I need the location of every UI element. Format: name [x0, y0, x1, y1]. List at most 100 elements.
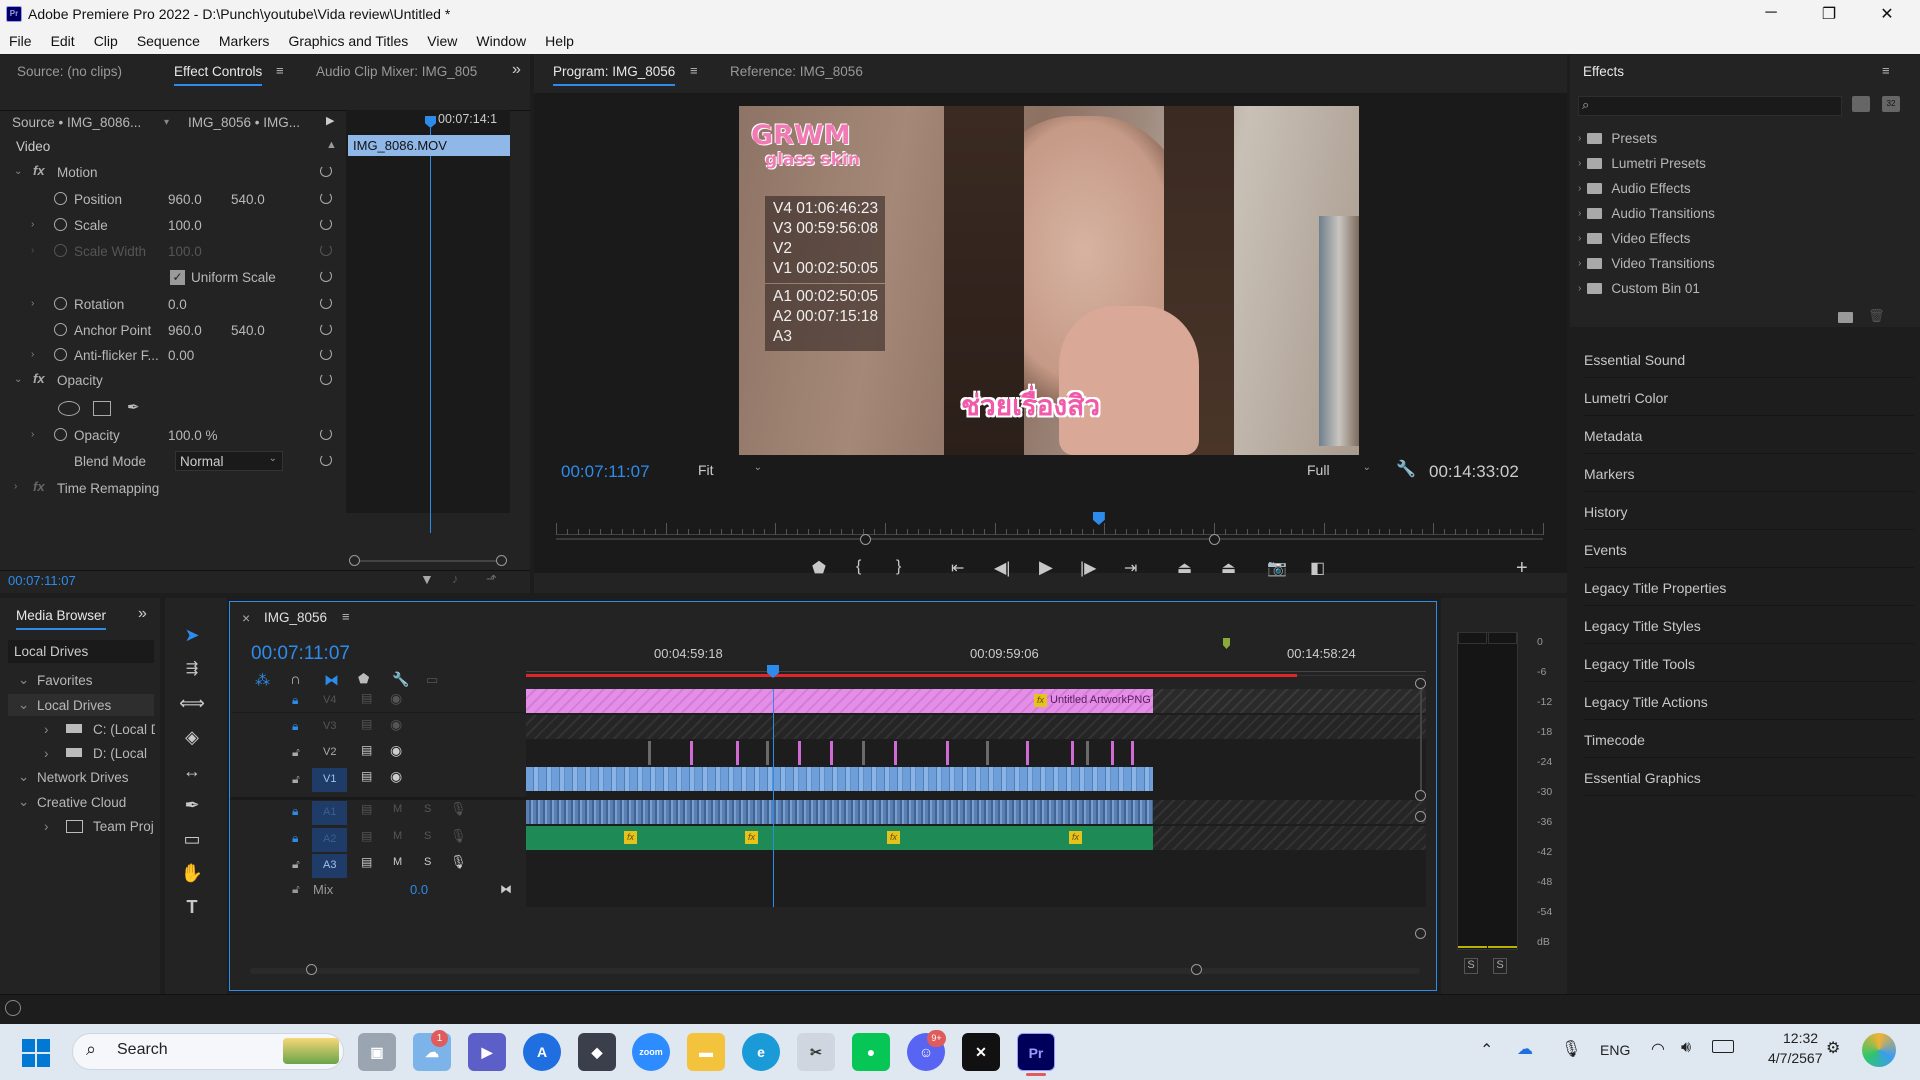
- zoom-handle-left[interactable]: [860, 534, 871, 545]
- reset-icon[interactable]: [320, 348, 332, 360]
- fit-select[interactable]: Fit ⌄: [689, 460, 767, 480]
- zoom-handle-right[interactable]: [1209, 534, 1220, 545]
- program-zoom-bar[interactable]: [556, 538, 1543, 540]
- panel-essential-sound[interactable]: Essential Sound: [1584, 340, 1914, 378]
- tab-effect-controls[interactable]: Effect Controls: [174, 64, 263, 86]
- lock-icon[interactable]: 🔓︎: [292, 745, 300, 760]
- onedrive-icon[interactable]: ☁: [1517, 1039, 1533, 1059]
- panel-legacy-title-styles[interactable]: Legacy Title Styles: [1584, 606, 1914, 644]
- close-sequence-icon[interactable]: ×: [242, 610, 250, 626]
- reset-icon[interactable]: [320, 192, 332, 204]
- wifi-icon[interactable]: ◠: [1651, 1039, 1665, 1059]
- add-marker-button[interactable]: ⬟: [812, 558, 826, 578]
- panel-events[interactable]: Events: [1584, 530, 1914, 568]
- panel-essential-graphics[interactable]: Essential Graphics: [1584, 758, 1914, 796]
- effects-item-presets[interactable]: › Presets: [1578, 126, 1914, 151]
- track-select-tool-icon[interactable]: ⇶: [178, 659, 206, 677]
- tab-audio-clip-mixer[interactable]: Audio Clip Mixer: IMG_805: [316, 64, 477, 79]
- effects-search-input[interactable]: [1578, 96, 1842, 116]
- expand-icon[interactable]: ›: [44, 722, 49, 737]
- eye-icon[interactable]: ◉: [390, 716, 402, 733]
- v2-clip[interactable]: [798, 741, 801, 765]
- panel-menu-icon[interactable]: ≡: [342, 609, 350, 624]
- microphone-icon[interactable]: 🎙︎: [450, 801, 467, 817]
- v2-clip[interactable]: [1111, 741, 1114, 765]
- scale-value[interactable]: 100.0: [168, 218, 202, 233]
- panel-legacy-title-tools[interactable]: Legacy Title Tools: [1584, 644, 1914, 682]
- solo-left-button[interactable]: S: [1464, 958, 1478, 974]
- creative-cloud-item[interactable]: Creative Cloud: [37, 795, 126, 810]
- lock-icon[interactable]: 🔒︎: [292, 831, 298, 846]
- sequence-clip-label[interactable]: IMG_8056 • IMG...: [188, 115, 300, 130]
- play-clip-icon[interactable]: ▶: [326, 114, 334, 127]
- pen-mask-icon[interactable]: ✒: [127, 398, 140, 416]
- microphone-icon[interactable]: 🎙︎: [450, 854, 467, 870]
- v2-clip[interactable]: [1071, 741, 1074, 765]
- mute-button[interactable]: M: [393, 856, 402, 868]
- language-indicator[interactable]: ENG: [1600, 1042, 1630, 1058]
- line-icon[interactable]: ●: [852, 1033, 890, 1071]
- v2-clip[interactable]: [830, 741, 833, 765]
- opacity-toggle-icon[interactable]: ⌄: [14, 374, 22, 385]
- slip-tool-icon[interactable]: ↔: [178, 761, 206, 782]
- ripple-edit-tool-icon[interactable]: ⟺: [178, 693, 206, 714]
- v2-clip[interactable]: [648, 741, 651, 765]
- menu-graphics-and-titles[interactable]: Graphics and Titles: [279, 29, 418, 54]
- menu-view[interactable]: View: [418, 29, 467, 54]
- type-tool-icon[interactable]: T: [178, 897, 206, 918]
- solo-button[interactable]: S: [424, 856, 431, 868]
- windows-start-icon[interactable]: [22, 1039, 50, 1067]
- capcut-icon[interactable]: ✕: [962, 1033, 1000, 1071]
- c-drive-item[interactable]: C: (Local D: [93, 722, 155, 737]
- expand-icon[interactable]: ›: [31, 349, 34, 360]
- chevron-down-icon[interactable]: ⌄: [18, 769, 29, 785]
- eye-icon[interactable]: ◉: [390, 768, 402, 785]
- stopwatch-icon[interactable]: [54, 218, 67, 231]
- solo-button[interactable]: S: [424, 830, 431, 842]
- minimize-button[interactable]: ─: [1748, 4, 1794, 22]
- teams-icon[interactable]: ▶: [468, 1033, 506, 1071]
- panel-menu-icon[interactable]: ≡: [1882, 63, 1890, 78]
- chevron-down-icon[interactable]: ⌄: [18, 697, 29, 713]
- ellipse-mask-icon[interactable]: [58, 401, 80, 416]
- mix-value[interactable]: 0.0: [410, 882, 428, 897]
- a1-clip[interactable]: [526, 800, 1153, 824]
- chevron-down-icon[interactable]: ⌄: [18, 794, 29, 810]
- menu-markers[interactable]: Markers: [210, 29, 280, 54]
- panel-menu-icon[interactable]: ≡: [276, 63, 284, 78]
- chevron-down-icon[interactable]: ⌄: [18, 672, 29, 688]
- tab-reference[interactable]: Reference: IMG_8056: [730, 64, 863, 79]
- snipping-tool-icon[interactable]: ✂: [797, 1033, 835, 1071]
- mark-in-button[interactable]: {: [856, 558, 861, 576]
- linked-selection-icon[interactable]: ⧓: [324, 671, 339, 689]
- sequence-tab[interactable]: IMG_8056: [264, 610, 327, 625]
- panel-metadata[interactable]: Metadata: [1584, 416, 1914, 454]
- vscroll-handle[interactable]: [1415, 928, 1426, 939]
- effects-item-video-effects[interactable]: › Video Effects: [1578, 226, 1914, 251]
- tab-program[interactable]: Program: IMG_8056: [553, 64, 676, 86]
- expand-icon[interactable]: ›: [31, 219, 34, 230]
- hscroll-handle-left[interactable]: [306, 964, 317, 975]
- stopwatch-icon[interactable]: [54, 348, 67, 361]
- sync-lock-icon[interactable]: ▤: [361, 769, 372, 783]
- team-projects-item[interactable]: Team Proj: [93, 819, 155, 834]
- v2-clip[interactable]: [862, 741, 865, 765]
- v1-clip[interactable]: [526, 767, 1153, 791]
- effects-item-audio-effects[interactable]: › Audio Effects: [1578, 176, 1914, 201]
- sequence-marker[interactable]: [1223, 638, 1230, 649]
- eye-icon[interactable]: ◉: [390, 690, 402, 707]
- chevron-up-icon[interactable]: ⌃: [1480, 1040, 1493, 1060]
- panel-legacy-title-properties[interactable]: Legacy Title Properties: [1584, 568, 1914, 606]
- ec-clip-bar[interactable]: IMG_8086.MOV: [348, 135, 510, 156]
- lift-button[interactable]: ⏏: [1177, 558, 1192, 578]
- filter-icon[interactable]: ▼: [420, 571, 434, 587]
- snap-icon[interactable]: ∩: [290, 671, 301, 688]
- reset-icon[interactable]: [320, 297, 332, 309]
- expand-icon[interactable]: ›: [44, 746, 49, 761]
- panel-markers[interactable]: Markers: [1584, 454, 1914, 492]
- motion-toggle-icon[interactable]: ⌄: [14, 166, 22, 177]
- vscroll-handle[interactable]: [1415, 811, 1426, 822]
- vscroll-handle[interactable]: [1415, 678, 1426, 689]
- v2-clip[interactable]: [766, 741, 769, 765]
- effects-item-audio-transitions[interactable]: › Audio Transitions: [1578, 201, 1914, 226]
